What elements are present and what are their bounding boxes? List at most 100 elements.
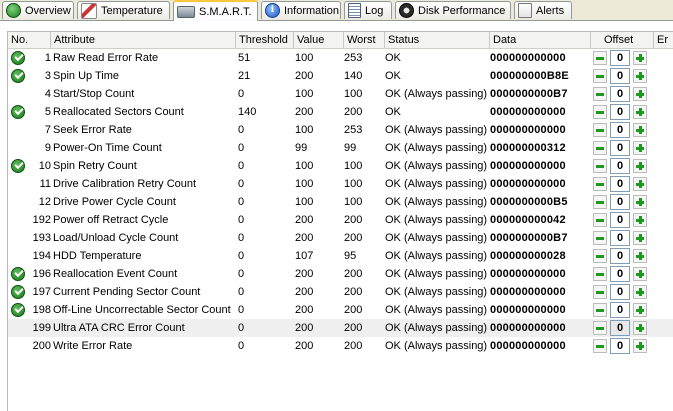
offset-increment-button[interactable] — [633, 177, 647, 191]
column-header-status[interactable]: Status — [385, 32, 490, 48]
offset-increment-button[interactable] — [633, 69, 647, 83]
offset-decrement-button[interactable] — [593, 51, 607, 65]
tab-label: Overview — [25, 4, 71, 17]
table-row[interactable]: 198 Off-Line Uncorrectable Sector Count 0 2… — [8, 301, 673, 319]
table-header: No. Attribute Threshold Value Worst Stat… — [8, 32, 673, 49]
column-header-value[interactable]: Value — [294, 32, 344, 48]
column-header-no[interactable]: No. — [8, 32, 51, 48]
offset-decrement-button[interactable] — [593, 105, 607, 119]
offset-decrement-button[interactable] — [593, 339, 607, 353]
offset-increment-button[interactable] — [633, 213, 647, 227]
raw-data-value: 0000000000B5 — [490, 196, 568, 208]
table-row[interactable]: 192 Power off Retract Cycle 0 200 200 OK (Alw… — [8, 211, 673, 229]
offset-increment-button[interactable] — [633, 249, 647, 263]
offset-increment-button[interactable] — [633, 303, 647, 317]
offset-increment-button[interactable] — [633, 51, 647, 65]
offset-input[interactable]: 0 — [610, 140, 630, 156]
status-text: OK — [385, 106, 401, 118]
table-row[interactable]: 11 Drive Calibration Retry Count 0 100 100 OK… — [8, 175, 673, 193]
offset-decrement-button[interactable] — [593, 321, 607, 335]
tab-alerts[interactable]: Alerts — [514, 1, 572, 19]
threshold-value: 0 — [238, 142, 245, 154]
tab-information[interactable]: i Information — [261, 1, 341, 19]
offset-decrement-button[interactable] — [593, 141, 607, 155]
offset-input[interactable]: 0 — [610, 338, 630, 354]
column-header-attribute[interactable]: Attribute — [51, 32, 236, 48]
tab-log[interactable]: Log — [344, 1, 392, 19]
offset-input[interactable]: 0 — [610, 158, 630, 174]
column-header-data[interactable]: Data — [490, 32, 591, 48]
table-row[interactable]: 10 Spin Retry Count 0 100 100 OK (Always pass… — [8, 157, 673, 175]
offset-increment-button[interactable] — [633, 141, 647, 155]
raw-data-value: 0000000000B7 — [490, 88, 568, 100]
attribute-number: 4 — [44, 88, 51, 100]
offset-input[interactable]: 0 — [610, 230, 630, 246]
offset-increment-button[interactable] — [633, 195, 647, 209]
offset-decrement-button[interactable] — [593, 303, 607, 317]
offset-input[interactable]: 0 — [610, 320, 630, 336]
table-row[interactable]: 197 Current Pending Sector Count 0 200 200 OK… — [8, 283, 673, 301]
column-header-extra[interactable]: Er — [654, 32, 673, 48]
offset-decrement-button[interactable] — [593, 123, 607, 137]
table-row[interactable]: 200 Write Error Rate 0 200 200 OK (Always pas… — [8, 337, 673, 355]
table-row[interactable]: 5 Reallocated Sectors Count 140 200 200 OK 000… — [8, 103, 673, 121]
offset-input[interactable]: 0 — [610, 266, 630, 282]
column-header-offset[interactable]: Offset — [591, 32, 654, 48]
offset-decrement-button[interactable] — [593, 87, 607, 101]
attribute-name: Current Pending Sector Count — [53, 286, 201, 298]
table-row[interactable]: 7 Seek Error Rate 0 100 253 OK (Always passin… — [8, 121, 673, 139]
offset-input[interactable]: 0 — [610, 302, 630, 318]
table-row[interactable]: 196 Reallocation Event Count 0 200 200 OK (Al… — [8, 265, 673, 283]
offset-decrement-button[interactable] — [593, 231, 607, 245]
table-row[interactable]: 1 Raw Read Error Rate 51 100 253 OK 0000000000… — [8, 49, 673, 67]
offset-increment-button[interactable] — [633, 339, 647, 353]
ok-check-icon — [11, 303, 25, 317]
table-row[interactable]: 4 Start/Stop Count 0 100 100 OK (Always passi… — [8, 85, 673, 103]
offset-input[interactable]: 0 — [610, 248, 630, 264]
offset-stepper: 0 — [591, 320, 647, 336]
offset-increment-button[interactable] — [633, 105, 647, 119]
offset-input[interactable]: 0 — [610, 122, 630, 138]
tab-disk-performance[interactable]: Disk Performance — [395, 1, 511, 19]
table-row[interactable]: 194 HDD Temperature 0 107 95 OK (Always passi… — [8, 247, 673, 265]
offset-increment-button[interactable] — [633, 123, 647, 137]
offset-input[interactable]: 0 — [610, 104, 630, 120]
table-row[interactable]: 193 Load/Unload Cycle Count 0 200 200 OK (Alw… — [8, 229, 673, 247]
tab-temperature[interactable]: Temperature — [77, 1, 170, 19]
offset-decrement-button[interactable] — [593, 69, 607, 83]
current-value: 100 — [295, 178, 314, 190]
tab-bar: Overview Temperature S.M.A.R.T. i Inform… — [0, 0, 673, 21]
offset-decrement-button[interactable] — [593, 213, 607, 227]
offset-input[interactable]: 0 — [610, 194, 630, 210]
table-row[interactable]: 9 Power-On Time Count 0 99 99 OK (Always pass… — [8, 139, 673, 157]
offset-decrement-button[interactable] — [593, 195, 607, 209]
offset-increment-button[interactable] — [633, 159, 647, 173]
offset-stepper: 0 — [591, 50, 647, 66]
offset-input[interactable]: 0 — [610, 68, 630, 84]
table-row[interactable]: 3 Spin Up Time 21 200 140 OK 000000000B8E 0 — [8, 67, 673, 85]
offset-decrement-button[interactable] — [593, 177, 607, 191]
offset-increment-button[interactable] — [633, 267, 647, 281]
tab-overview[interactable]: Overview — [2, 1, 74, 19]
offset-increment-button[interactable] — [633, 285, 647, 299]
offset-input[interactable]: 0 — [610, 284, 630, 300]
offset-increment-button[interactable] — [633, 321, 647, 335]
status-text: OK — [385, 70, 401, 82]
offset-decrement-button[interactable] — [593, 159, 607, 173]
offset-input[interactable]: 0 — [610, 212, 630, 228]
offset-input[interactable]: 0 — [610, 50, 630, 66]
column-header-worst[interactable]: Worst — [344, 32, 385, 48]
table-row[interactable]: 199 Ultra ATA CRC Error Count 0 200 200 OK (A… — [8, 319, 673, 337]
offset-increment-button[interactable] — [633, 231, 647, 245]
column-header-threshold[interactable]: Threshold — [236, 32, 294, 48]
offset-input[interactable]: 0 — [610, 176, 630, 192]
attribute-number: 1 — [44, 52, 51, 64]
raw-data-value: 000000000B8E — [490, 70, 569, 82]
table-row[interactable]: 12 Drive Power Cycle Count 0 100 100 OK (Alwa… — [8, 193, 673, 211]
offset-input[interactable]: 0 — [610, 86, 630, 102]
offset-decrement-button[interactable] — [593, 267, 607, 281]
tab-smart[interactable]: S.M.A.R.T. — [173, 0, 258, 21]
offset-decrement-button[interactable] — [593, 285, 607, 299]
offset-decrement-button[interactable] — [593, 249, 607, 263]
offset-increment-button[interactable] — [633, 87, 647, 101]
